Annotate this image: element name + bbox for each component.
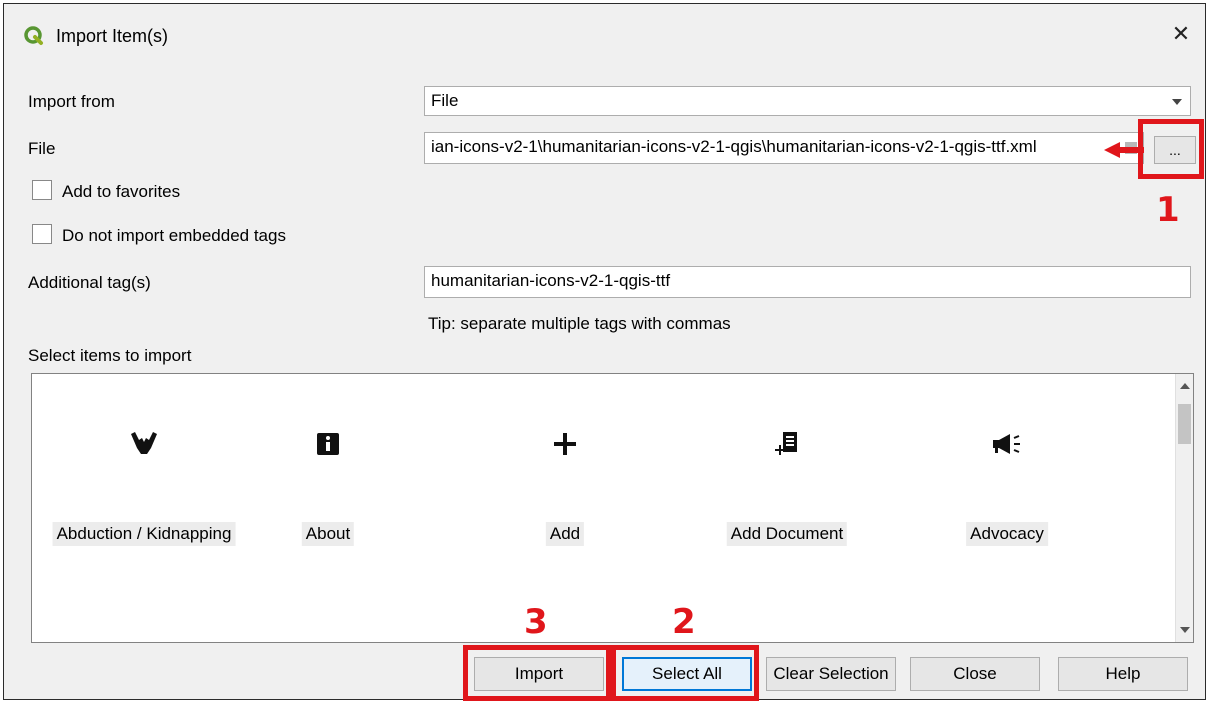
item-label: Add Document <box>726 522 848 546</box>
annotation-box-2 <box>611 645 759 701</box>
file-label: File <box>28 139 56 158</box>
file-path-value: ian-icons-v2-1\humanitarian-icons-v2-1-q… <box>431 137 1037 156</box>
item-label: Advocacy <box>966 522 1048 546</box>
annotation-box-1 <box>1138 119 1204 179</box>
close-icon[interactable]: ✕ <box>1167 20 1195 48</box>
chevron-down-icon <box>1172 99 1182 105</box>
import-items-dialog: Import Item(s) ✕ Import from File File i… <box>3 3 1206 701</box>
import-from-label: Import from <box>28 92 115 111</box>
annotation-box-3 <box>463 645 611 701</box>
item-label: Add <box>545 522 585 546</box>
clear-selection-button[interactable]: Clear Selection <box>766 657 896 691</box>
scroll-up-icon[interactable] <box>1180 383 1190 389</box>
megaphone-icon <box>912 424 1102 464</box>
file-path-input[interactable]: ian-icons-v2-1\humanitarian-icons-v2-1-q… <box>424 132 1144 164</box>
select-items-label: Select items to import <box>28 346 192 365</box>
abduction-icon <box>49 424 239 464</box>
list-item[interactable]: Add <box>470 424 660 554</box>
no-embedded-tags-label: Do not import embedded tags <box>62 226 286 245</box>
additional-tags-input[interactable]: humanitarian-icons-v2-1-qgis-ttf <box>424 266 1191 298</box>
import-from-select[interactable]: File <box>424 86 1191 116</box>
info-icon <box>233 424 423 464</box>
add-document-icon <box>692 424 882 464</box>
close-button[interactable]: Close <box>910 657 1040 691</box>
annotation-number-2: 2 <box>672 602 696 642</box>
qgis-logo-icon <box>24 26 43 45</box>
tags-tip: Tip: separate multiple tags with commas <box>428 314 731 333</box>
additional-tags-label: Additional tag(s) <box>28 273 151 292</box>
help-button[interactable]: Help <box>1058 657 1188 691</box>
import-from-value: File <box>431 91 459 110</box>
annotation-number-3: 3 <box>524 602 548 642</box>
item-label: Abduction / Kidnapping <box>52 522 236 546</box>
add-favorites-checkbox[interactable] <box>32 180 52 200</box>
additional-tags-value: humanitarian-icons-v2-1-qgis-ttf <box>431 271 671 290</box>
window-title: Import Item(s) <box>56 26 169 46</box>
list-item[interactable]: Advocacy <box>912 424 1102 554</box>
list-item[interactable]: About <box>233 424 423 554</box>
items-list[interactable]: Abduction / Kidnapping About Add Add Doc… <box>31 373 1194 643</box>
scroll-down-icon[interactable] <box>1180 627 1190 633</box>
annotation-number-1: 1 <box>1156 190 1180 230</box>
item-label: About <box>301 522 355 546</box>
add-favorites-label: Add to favorites <box>62 182 181 201</box>
plus-icon <box>470 424 660 464</box>
list-item[interactable]: Add Document <box>692 424 882 554</box>
list-item[interactable]: Abduction / Kidnapping <box>49 424 239 554</box>
title-bar: Import Item(s) ✕ <box>4 4 1205 66</box>
no-embedded-tags-checkbox[interactable] <box>32 224 52 244</box>
scroll-thumb[interactable] <box>1178 404 1191 444</box>
list-scrollbar[interactable] <box>1175 374 1193 642</box>
